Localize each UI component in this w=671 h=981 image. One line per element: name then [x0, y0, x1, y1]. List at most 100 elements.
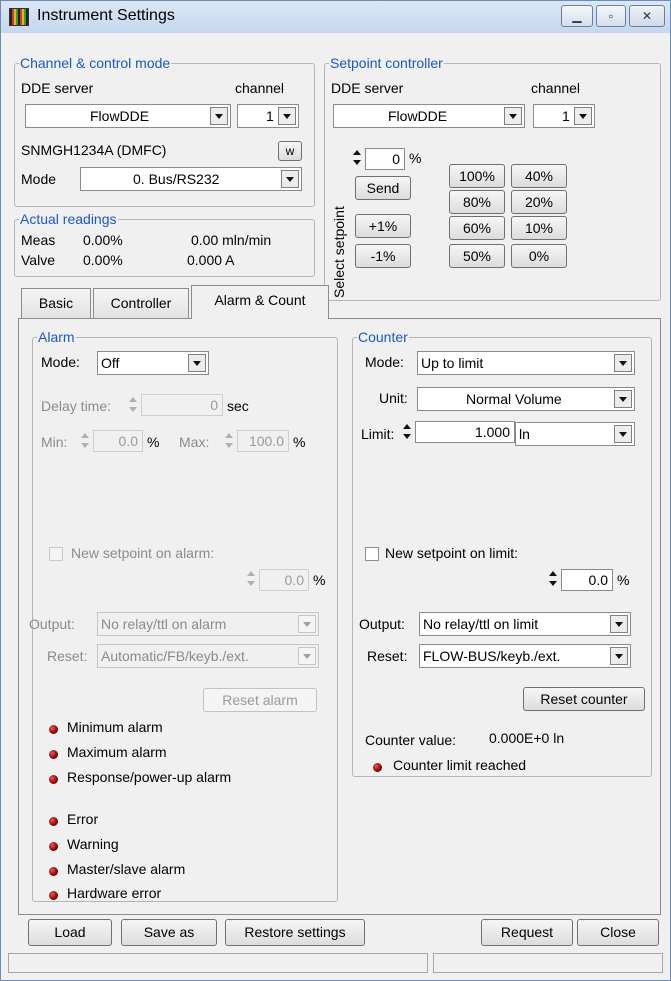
- setpoint-spinner[interactable]: [353, 149, 361, 167]
- sp-dde-server-select[interactable]: FlowDDE: [333, 104, 525, 128]
- actual-readings-legend: Actual readings: [19, 211, 118, 227]
- max-input[interactable]: 100.0: [237, 430, 289, 452]
- alarm-setpoint-input[interactable]: 0.0: [259, 569, 309, 591]
- preset-60-button[interactable]: 60%: [449, 216, 505, 240]
- preset-100-button[interactable]: 100%: [449, 164, 505, 188]
- preset-0-button[interactable]: 0%: [511, 244, 567, 268]
- new-setpoint-on-limit-label: New setpoint on limit:: [385, 545, 519, 561]
- alarm-setpoint-spinner[interactable]: [247, 570, 255, 588]
- valve-current: 0.000 A: [187, 252, 235, 268]
- response-alarm-label: Response/power-up alarm: [67, 769, 232, 785]
- counter-output-value: No relay/ttl on limit: [423, 616, 539, 632]
- max-label: Max:: [179, 434, 210, 450]
- counter-output-select[interactable]: No relay/ttl on limit: [419, 612, 631, 636]
- preset-20-button[interactable]: 20%: [511, 190, 567, 214]
- minus-one-percent-button[interactable]: -1%: [355, 244, 411, 268]
- preset-50-button[interactable]: 50%: [449, 244, 505, 268]
- limit-input[interactable]: 1.000: [415, 421, 515, 443]
- counter-unit-value: Normal Volume: [466, 391, 562, 407]
- minimize-button[interactable]: ▁: [561, 5, 593, 27]
- preset-10-button[interactable]: 10%: [511, 216, 567, 240]
- min-input[interactable]: 0.0: [93, 430, 143, 452]
- sp-channel-label: channel: [531, 80, 581, 96]
- limit-unit-value: ln: [519, 426, 530, 442]
- limit-unit-select[interactable]: ln: [515, 422, 635, 446]
- setpoint-unit: %: [409, 150, 422, 166]
- dde-server-select[interactable]: FlowDDE: [25, 104, 231, 128]
- error-label: Error: [67, 811, 99, 827]
- tab-alarm-count[interactable]: Alarm & Count: [191, 285, 329, 319]
- status-bar-right: [433, 953, 663, 973]
- counter-value-label: Counter value:: [365, 732, 457, 748]
- alarm-reset-value: Automatic/FB/keyb./ext.: [101, 648, 249, 664]
- instrument-app-icon: [9, 8, 29, 26]
- minimize-icon: ▁: [572, 9, 582, 23]
- counter-reset-value: FLOW-BUS/keyb./ext.: [423, 648, 561, 664]
- channel-select[interactable]: 1: [237, 104, 299, 128]
- counter-unit-select[interactable]: Normal Volume: [417, 387, 635, 411]
- setpoint-input[interactable]: 0: [365, 148, 405, 170]
- chevron-down-icon: [610, 647, 628, 665]
- max-spinner[interactable]: [225, 432, 233, 450]
- mode-label: Mode: [21, 171, 57, 187]
- maximize-icon: ▫: [608, 9, 614, 23]
- preset-80-button[interactable]: 80%: [449, 190, 505, 214]
- chevron-down-icon: [614, 390, 632, 408]
- save-as-button[interactable]: Save as: [121, 919, 217, 946]
- tab-controller[interactable]: Controller: [93, 288, 189, 318]
- alarm-setpoint-unit: %: [313, 572, 326, 588]
- min-unit: %: [147, 434, 160, 450]
- limit-spinner[interactable]: [403, 423, 411, 441]
- dde-server-value: FlowDDE: [90, 108, 150, 124]
- delay-time-input[interactable]: 0: [141, 394, 223, 416]
- w-button[interactable]: w: [278, 141, 302, 161]
- minimum-alarm-led: [49, 725, 58, 734]
- new-setpoint-on-alarm-label: New setpoint on alarm:: [71, 545, 215, 561]
- counter-reset-select[interactable]: FLOW-BUS/keyb./ext.: [419, 644, 631, 668]
- counter-limit-reached-led: [373, 763, 382, 772]
- maximum-alarm-label: Maximum alarm: [67, 744, 167, 760]
- plus-one-percent-button[interactable]: +1%: [355, 214, 411, 238]
- hardware-error-label: Hardware error: [67, 885, 162, 901]
- dialog-client-area: Channel & control mode DDE server channe…: [8, 33, 663, 973]
- counter-setpoint-input[interactable]: 0.0: [561, 569, 613, 591]
- restore-settings-button[interactable]: Restore settings: [225, 919, 365, 946]
- control-mode-select[interactable]: 0. Bus/RS232: [80, 167, 302, 191]
- new-setpoint-on-alarm-checkbox[interactable]: [49, 547, 63, 561]
- sp-channel-value: 1: [562, 108, 570, 124]
- alarm-mode-select[interactable]: Off: [97, 351, 209, 375]
- channel-control-legend: Channel & control mode: [19, 55, 172, 71]
- request-button[interactable]: Request: [481, 919, 573, 946]
- delay-spinner[interactable]: [129, 396, 137, 414]
- counter-output-label: Output:: [359, 616, 405, 632]
- counter-setpoint-spinner[interactable]: [549, 570, 557, 588]
- close-window-button[interactable]: ✕: [629, 5, 665, 27]
- reset-counter-button[interactable]: Reset counter: [523, 687, 645, 711]
- select-setpoint-label: Select setpoint: [331, 206, 347, 298]
- actual-readings-group: Actual readings Meas 0.00% 0.00 mln/min …: [14, 211, 315, 277]
- send-button[interactable]: Send: [355, 176, 411, 200]
- counter-value: 0.000E+0 ln: [489, 730, 565, 746]
- alarm-reset-select[interactable]: Automatic/FB/keyb./ext.: [97, 644, 319, 668]
- hardware-error-led: [49, 891, 58, 900]
- chevron-down-icon: [278, 107, 296, 125]
- close-button[interactable]: Close: [577, 919, 659, 946]
- meas-label: Meas: [21, 232, 56, 248]
- counter-setpoint-unit: %: [617, 572, 630, 588]
- reset-alarm-button[interactable]: Reset alarm: [203, 688, 317, 712]
- window-title: Instrument Settings: [37, 7, 175, 24]
- min-spinner[interactable]: [81, 432, 89, 450]
- sp-channel-select[interactable]: 1: [533, 104, 595, 128]
- counter-legend: Counter: [357, 329, 409, 345]
- maximum-alarm-led: [49, 750, 58, 759]
- new-setpoint-on-limit-checkbox[interactable]: [365, 547, 379, 561]
- load-button[interactable]: Load: [28, 919, 112, 946]
- counter-unit-label: Unit:: [379, 390, 408, 406]
- counter-mode-label: Mode:: [365, 354, 404, 370]
- alarm-output-select[interactable]: No relay/ttl on alarm: [97, 612, 319, 636]
- tab-basic[interactable]: Basic: [21, 288, 91, 318]
- preset-40-button[interactable]: 40%: [511, 164, 567, 188]
- maximize-button[interactable]: ▫: [596, 5, 626, 27]
- chevron-down-icon: [504, 107, 522, 125]
- counter-mode-select[interactable]: Up to limit: [417, 351, 635, 375]
